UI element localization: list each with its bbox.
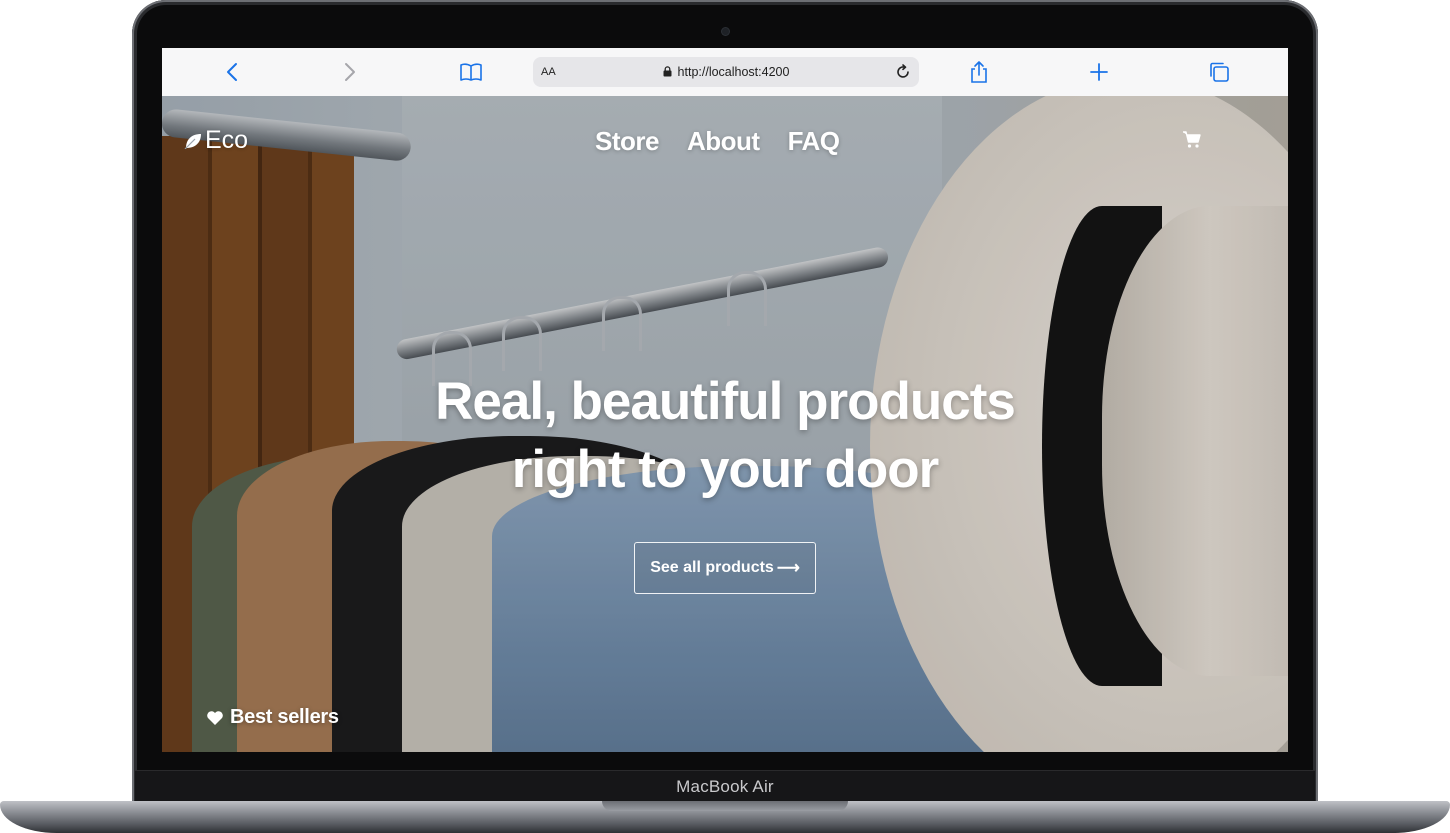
cta-label: See all products — [650, 559, 774, 576]
url-display[interactable]: http://localhost:4200 — [533, 65, 919, 79]
tabs-icon[interactable] — [1205, 58, 1233, 86]
best-sellers-label: Best sellers — [230, 706, 339, 728]
best-sellers-link[interactable]: Best sellers — [206, 706, 339, 729]
hero-headline: Real, beautiful products right to your d… — [162, 368, 1288, 504]
bookmarks-icon[interactable] — [457, 58, 485, 86]
heart-icon — [207, 710, 223, 725]
leaf-icon — [184, 133, 201, 149]
url-text: http://localhost:4200 — [677, 65, 790, 79]
nav-faq[interactable]: FAQ — [788, 126, 840, 157]
nav-store[interactable]: Store — [595, 126, 659, 157]
camera-icon — [722, 28, 729, 35]
new-tab-icon[interactable] — [1085, 58, 1113, 86]
share-icon[interactable] — [965, 58, 993, 86]
address-bar[interactable]: AA http://localhost:4200 — [533, 57, 919, 87]
arrow-right-icon: ⟶ — [776, 560, 800, 577]
main-nav: Store About FAQ — [595, 126, 840, 157]
reload-icon[interactable] — [892, 61, 914, 83]
site-logo-text: Eco — [205, 126, 249, 154]
laptop-notch — [602, 801, 848, 811]
device-label: MacBook Air — [676, 777, 774, 796]
browser-toolbar: AA http://localhost:4200 — [162, 48, 1288, 97]
laptop-chin: MacBook Air — [135, 770, 1315, 803]
hero-headline-line1: Real, beautiful products — [435, 372, 1016, 431]
site-logo[interactable]: Eco — [184, 126, 248, 155]
screen: AA http://localhost:4200 Eco Store About… — [162, 48, 1288, 752]
forward-icon[interactable] — [336, 58, 364, 86]
hero-section: Eco Store About FAQ Real, beautiful prod… — [162, 96, 1288, 752]
cart-icon[interactable] — [1182, 130, 1202, 155]
see-all-products-button[interactable]: See all products ⟶ — [634, 542, 816, 594]
nav-about[interactable]: About — [687, 126, 760, 157]
lock-icon — [663, 66, 672, 77]
back-icon[interactable] — [218, 58, 246, 86]
hero-headline-line2: right to your door — [511, 440, 940, 499]
